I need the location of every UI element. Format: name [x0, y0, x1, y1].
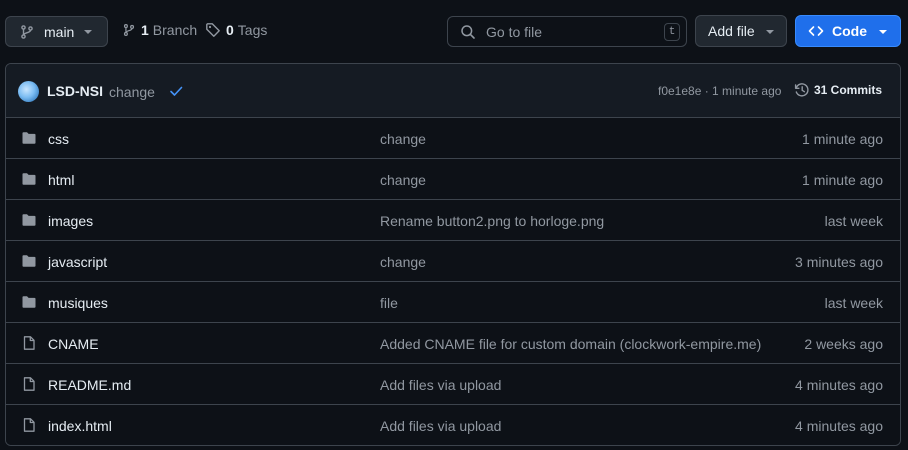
file-commit-message-link[interactable]: Rename button2.png to horloge.png — [380, 213, 604, 229]
file-row[interactable]: html change 1 minute ago — [6, 159, 900, 200]
commit-message[interactable]: change — [109, 84, 155, 100]
file-name-link[interactable]: CNAME — [48, 336, 99, 352]
file-name-link[interactable]: musiques — [48, 295, 108, 311]
file-icon — [21, 335, 37, 354]
file-commit-time: 3 minutes ago — [795, 254, 883, 270]
branch-label: Branch — [152, 22, 198, 38]
commits-history-link[interactable]: 31 Commits — [794, 82, 882, 98]
chevron-down-icon — [766, 30, 774, 34]
file-commit-time: 2 weeks ago — [804, 336, 883, 352]
file-commit-time: last week — [824, 295, 883, 311]
file-commit-time: 4 minutes ago — [795, 377, 883, 393]
file-commit-message-link[interactable]: Added CNAME file for custom domain (cloc… — [380, 336, 761, 352]
file-name-link[interactable]: css — [48, 131, 69, 147]
file-name-link[interactable]: html — [48, 172, 74, 188]
file-name-link[interactable]: index.html — [48, 418, 112, 434]
folder-icon — [21, 130, 37, 149]
add-file-button[interactable]: Add file — [695, 15, 787, 47]
folder-icon — [21, 171, 37, 190]
commit-count: 31 Commits — [814, 83, 883, 97]
file-row[interactable]: index.html Add files via upload 4 minutes … — [6, 405, 900, 445]
file-row[interactable]: README.md Add files via upload 4 minutes a… — [6, 364, 900, 405]
file-commit-time: 1 minute ago — [802, 131, 883, 147]
tag-label: Tags — [237, 22, 268, 38]
chevron-down-icon — [84, 30, 92, 34]
file-commit-message-link[interactable]: file — [380, 295, 398, 311]
file-commit-time: 4 minutes ago — [795, 418, 883, 434]
file-commit-time: 1 minute ago — [802, 172, 883, 188]
chevron-down-icon — [879, 30, 887, 34]
file-commit-message-link[interactable]: change — [380, 131, 426, 147]
tag-icon — [206, 23, 220, 37]
file-row[interactable]: musiques file last week — [6, 282, 900, 323]
git-branch-icon — [21, 24, 33, 39]
folder-icon — [21, 294, 37, 313]
file-commit-message-link[interactable]: Add files via upload — [380, 418, 501, 434]
code-label: Code — [832, 23, 867, 39]
folder-icon — [21, 253, 37, 272]
file-list: css change 1 minute ago html change 1 minute … — [6, 118, 900, 445]
file-table: LSD-NSI change f0e1e8e · 1 minute ago 31… — [5, 63, 901, 446]
add-file-label: Add file — [708, 23, 755, 39]
file-row[interactable]: CNAME Added CNAME file for custom domain … — [6, 323, 900, 364]
file-row[interactable]: css change 1 minute ago — [6, 118, 900, 159]
file-commit-message-link[interactable]: change — [380, 254, 426, 270]
tag-count: 0 — [226, 22, 234, 38]
code-icon — [808, 26, 824, 36]
file-name-link[interactable]: javascript — [48, 254, 107, 270]
file-row[interactable]: javascript change 3 minutes ago — [6, 241, 900, 282]
commit-sha-time[interactable]: f0e1e8e · 1 minute ago — [658, 84, 781, 98]
branch-count: 1 — [141, 22, 149, 38]
history-icon — [794, 83, 809, 97]
file-icon — [21, 417, 37, 436]
code-button[interactable]: Code — [795, 15, 901, 47]
tags-link[interactable]: 0 Tags — [205, 22, 267, 38]
avatar[interactable] — [18, 81, 39, 102]
file-icon — [21, 376, 37, 395]
repo-toolbar: main 1 Branch 0 Tags t Add file — [0, 0, 908, 64]
file-name-link[interactable]: README.md — [48, 377, 131, 393]
check-icon[interactable] — [168, 83, 184, 99]
branch-selector-button[interactable]: main — [5, 16, 108, 47]
file-commit-time: last week — [824, 213, 883, 229]
file-commit-message-link[interactable]: change — [380, 172, 426, 188]
go-to-file-input[interactable] — [486, 23, 656, 40]
branches-link[interactable]: 1 Branch — [122, 22, 197, 38]
file-name-link[interactable]: images — [48, 213, 93, 229]
go-to-file-search[interactable]: t — [447, 16, 687, 47]
file-row[interactable]: images Rename button2.png to horloge.png l… — [6, 200, 900, 241]
search-icon — [461, 24, 475, 39]
commit-author[interactable]: LSD-NSI — [47, 83, 103, 99]
folder-icon — [21, 212, 37, 231]
keyboard-shortcut-hint: t — [664, 23, 680, 41]
git-branch-icon — [123, 24, 135, 36]
latest-commit-bar: LSD-NSI change f0e1e8e · 1 minute ago 31… — [6, 64, 900, 118]
branch-name: main — [44, 23, 75, 40]
file-commit-message-link[interactable]: Add files via upload — [380, 377, 501, 393]
